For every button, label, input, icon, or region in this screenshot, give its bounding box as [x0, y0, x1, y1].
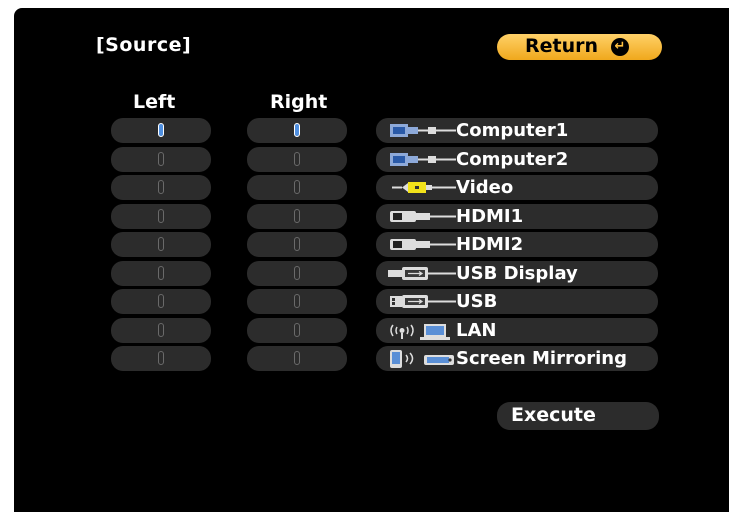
selected-marker [294, 123, 300, 137]
hdmi-cable-icon [390, 239, 456, 250]
lan-icon [390, 324, 450, 340]
execute-button[interactable]: Execute [497, 402, 659, 430]
column-header-right: Right [270, 91, 328, 113]
computer-port-icon [390, 124, 456, 137]
right-cell[interactable] [247, 175, 347, 200]
marker [294, 294, 300, 308]
marker [294, 237, 300, 251]
source-label: LAN [456, 320, 497, 341]
marker [158, 152, 164, 166]
source-row: LAN [376, 318, 658, 343]
return-button[interactable]: Return ↵ [497, 34, 662, 60]
left-cell[interactable] [111, 346, 211, 371]
left-cell[interactable] [111, 204, 211, 229]
source-dialog [14, 8, 729, 512]
source-row: USB Display [376, 261, 658, 286]
right-cell[interactable] [247, 261, 347, 286]
left-cell[interactable] [111, 118, 211, 143]
left-cell[interactable] [111, 318, 211, 343]
source-label: USB Display [456, 263, 578, 284]
screen-mirroring-icon [390, 350, 454, 368]
column-header-left: Left [133, 91, 176, 113]
marker [158, 266, 164, 280]
marker [294, 351, 300, 365]
right-cell[interactable] [247, 289, 347, 314]
right-cell[interactable] [247, 346, 347, 371]
source-label: Computer2 [456, 149, 569, 170]
marker [294, 209, 300, 223]
marker [294, 180, 300, 194]
source-label: HDMI1 [456, 206, 524, 227]
hdmi-cable-icon [390, 211, 456, 222]
marker [294, 266, 300, 280]
source-row: Computer1 [376, 118, 658, 143]
source-row: HDMI2 [376, 232, 658, 257]
source-label: USB [456, 291, 498, 312]
execute-button-label: Execute [511, 404, 596, 426]
source-row: HDMI1 [376, 204, 658, 229]
marker [158, 351, 164, 365]
enter-icon: ↵ [611, 38, 629, 56]
marker [158, 180, 164, 194]
source-label: Computer1 [456, 120, 569, 141]
dialog-title: [Source] [96, 34, 192, 56]
right-cell[interactable] [247, 204, 347, 229]
source-label: Video [456, 177, 514, 198]
right-cell[interactable] [247, 318, 347, 343]
marker [158, 209, 164, 223]
marker [294, 323, 300, 337]
left-cell[interactable] [111, 289, 211, 314]
left-cell[interactable] [111, 175, 211, 200]
usb-display-icon [388, 267, 456, 280]
source-row: Screen Mirroring [376, 346, 658, 371]
usb-icon [390, 295, 456, 308]
return-button-label: Return [525, 35, 599, 57]
right-cell[interactable] [247, 118, 347, 143]
marker [158, 237, 164, 251]
marker [158, 294, 164, 308]
right-cell[interactable] [247, 232, 347, 257]
source-row: Video [376, 175, 658, 200]
source-row: Computer2 [376, 147, 658, 172]
left-cell[interactable] [111, 232, 211, 257]
source-label: Screen Mirroring [456, 348, 627, 369]
right-cell[interactable] [247, 147, 347, 172]
video-cable-icon [392, 182, 456, 193]
source-row: USB [376, 289, 658, 314]
selected-marker [158, 123, 164, 137]
left-cell[interactable] [111, 261, 211, 286]
marker [158, 323, 164, 337]
marker [294, 152, 300, 166]
source-label: HDMI2 [456, 234, 524, 255]
left-cell[interactable] [111, 147, 211, 172]
computer-port-icon [390, 153, 456, 166]
